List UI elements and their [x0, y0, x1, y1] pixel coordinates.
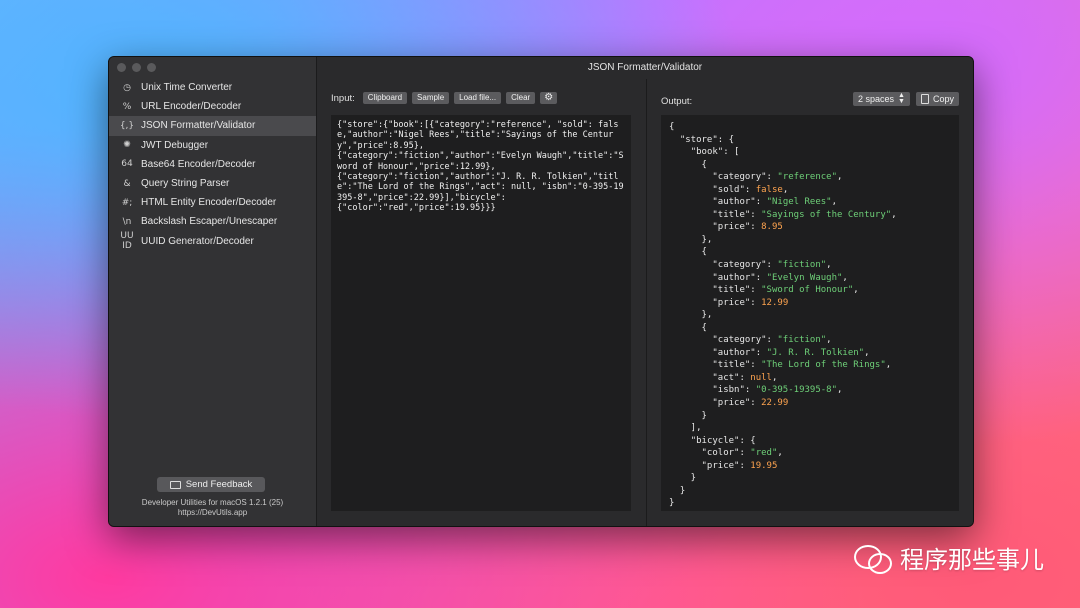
sidebar-item-label: Backslash Escaper/Unescaper — [141, 216, 278, 228]
sidebar-item-label: JSON Formatter/Validator — [141, 120, 256, 132]
input-pane: Input: Clipboard Sample Load file... Clear ⚙… — [317, 79, 647, 526]
sidebar-item[interactable]: ◷ Unix Time Converter — [109, 78, 316, 97]
sidebar-item[interactable]: & Query String Parser — [109, 174, 316, 193]
sample-button[interactable]: Sample — [412, 92, 450, 104]
input-label: Input: — [331, 92, 355, 104]
output-line: { — [669, 159, 707, 170]
output-line: "author": "J. R. R. Tolkien", — [712, 347, 870, 358]
output-label: Output: — [661, 96, 693, 107]
output-line: "price": 8.95 — [712, 222, 783, 233]
close-window-button[interactable] — [117, 63, 126, 72]
output-toolbar: 2 spaces ▲ ▼ Copy — [853, 92, 959, 106]
sidebar-item-label: Unix Time Converter — [141, 82, 233, 94]
sidebar-nav: ◷ Unix Time Converter% URL Encoder/Decoder… — [109, 78, 316, 251]
output-line: } — [669, 498, 675, 509]
output-line: }, — [669, 310, 713, 321]
send-feedback-label: Send Feedback — [185, 479, 253, 490]
base64-icon: 64 — [121, 159, 133, 170]
output-line: "book": [ — [690, 147, 740, 158]
sidebar: ◷ Unix Time Converter% URL Encoder/Decoder… — [109, 57, 317, 526]
output-line: "author": "Evelyn Waugh", — [712, 272, 848, 283]
input-toolbar: Input: Clipboard Sample Load file... Clear ⚙ — [331, 92, 558, 104]
output-line: "category": "fiction", — [712, 260, 832, 271]
load-file-button[interactable]: Load file... — [454, 92, 502, 104]
backslash-icon: \n — [122, 216, 132, 227]
output-line: } — [669, 485, 686, 496]
output-line: "price": 12.99 — [712, 297, 789, 308]
output-line: "act": null, — [712, 372, 778, 383]
stepper-arrows-icon: ▲ ▼ — [898, 92, 905, 105]
clipboard-button[interactable]: Clipboard — [362, 92, 408, 104]
output-line: { — [669, 322, 707, 333]
mail-icon — [169, 480, 181, 489]
uuid-icon: UU ID — [120, 231, 134, 252]
output-line: "price": 19.95 — [701, 460, 778, 471]
output-line: "category": "fiction", — [712, 335, 832, 346]
app-window: ◷ Unix Time Converter% URL Encoder/Decoder… — [108, 56, 974, 527]
wechat-icon — [854, 543, 892, 574]
output-line: "title": "The Lord of the Rings", — [712, 360, 892, 371]
sidebar-item-label: Base64 Encoder/Decoder — [141, 158, 256, 170]
minimize-window-button[interactable] — [132, 63, 141, 72]
watermark: 程序那些事儿 — [854, 540, 1044, 575]
sidebar-item[interactable]: \n Backslash Escaper/Unescaper — [109, 212, 316, 231]
output-line: ], — [669, 423, 702, 434]
website-link[interactable]: https://DevUtils.app — [109, 508, 316, 517]
copy-button[interactable]: Copy — [915, 92, 959, 106]
output-line: } — [669, 410, 707, 421]
send-feedback-button[interactable]: Send Feedback — [157, 477, 265, 492]
output-line: "color": "red", — [701, 448, 783, 459]
output-line: "sold": false, — [712, 184, 789, 195]
input-editor[interactable]: {"store":{"book":[{"category":"reference… — [331, 115, 631, 511]
output-line: "category": "reference", — [712, 172, 843, 183]
output-line: "isbn": "0-395-19395-8", — [712, 385, 843, 396]
percent-icon: % — [122, 101, 132, 112]
indent-select[interactable]: 2 spaces ▲ ▼ — [853, 92, 910, 106]
output-line: } — [669, 473, 697, 484]
output-viewer[interactable]: { "store": { "book": [ { "category": "re… — [661, 115, 959, 511]
output-line: }, — [669, 234, 713, 245]
sidebar-item-label: HTML Entity Encoder/Decoder — [141, 197, 277, 209]
sidebar-item[interactable]: % URL Encoder/Decoder — [109, 97, 316, 116]
output-line: "title": "Sword of Honour", — [712, 285, 859, 296]
clock-icon: ◷ — [123, 82, 131, 93]
output-line: "price": 22.99 — [712, 398, 789, 409]
indent-select-value: 2 spaces — [858, 94, 895, 104]
output-pane: Output: 2 spaces ▲ ▼ Copy { "store": { "b… — [647, 79, 973, 526]
sidebar-item[interactable]: {,} JSON Formatter/Validator — [109, 116, 316, 136]
copy-label: Copy — [932, 94, 954, 104]
braces-icon: {,} — [119, 120, 135, 131]
ampersand-icon: & — [123, 178, 131, 189]
output-line: "author": "Nigel Rees", — [712, 197, 838, 208]
hash-icon: #; — [121, 197, 133, 208]
output-line: "bicycle": { — [690, 435, 756, 446]
gear-icon[interactable]: ⚙ — [540, 92, 558, 104]
window-controls — [117, 63, 156, 72]
output-line: "title": "Sayings of the Century", — [712, 209, 897, 220]
zoom-window-button[interactable] — [147, 63, 156, 72]
watermark-text: 程序那些事儿 — [900, 546, 1044, 574]
sidebar-item[interactable]: #; HTML Entity Encoder/Decoder — [109, 193, 316, 212]
jwt-icon: ✺ — [123, 140, 131, 151]
output-line: "store": { — [679, 134, 735, 145]
output-line: { — [669, 247, 707, 258]
sidebar-item[interactable]: 64 Base64 Encoder/Decoder — [109, 155, 316, 174]
sidebar-item-label: JWT Debugger — [141, 139, 209, 151]
version-text: Developer Utilities for macOS 1.2.1 (25) — [141, 498, 284, 507]
copy-icon — [920, 94, 929, 104]
sidebar-item-label: UUID Generator/Decoder — [141, 235, 254, 247]
window-title: JSON Formatter/Validator — [587, 62, 703, 73]
sidebar-item-label: Query String Parser — [141, 178, 230, 190]
sidebar-item[interactable]: ✺ JWT Debugger — [109, 136, 316, 155]
sidebar-item-label: URL Encoder/Decoder — [141, 101, 242, 113]
output-line: { — [669, 122, 675, 132]
clear-button[interactable]: Clear — [506, 92, 536, 104]
sidebar-item[interactable]: UU ID UUID Generator/Decoder — [109, 231, 316, 252]
main-area: JSON Formatter/Validator Input: Clipboar… — [317, 57, 973, 526]
